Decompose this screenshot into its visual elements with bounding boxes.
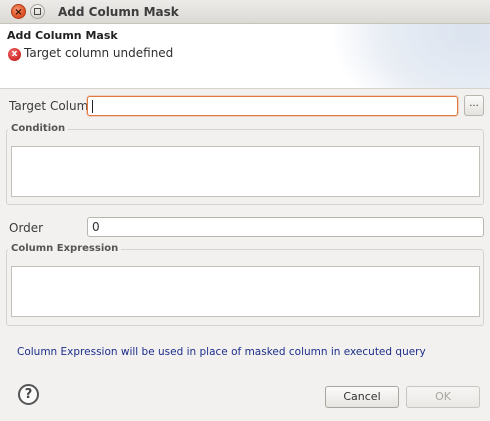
info-message: Column Expression will be used in place … — [17, 346, 426, 358]
maximize-window-icon[interactable] — [30, 4, 45, 19]
target-column-label: Target Column — [9, 99, 96, 113]
text-caret — [92, 100, 93, 113]
error-message: Target column undefined — [24, 46, 174, 60]
help-icon[interactable]: ? — [18, 384, 39, 405]
title-bar: × Add Column Mask — [0, 0, 490, 24]
column-expression-textarea[interactable] — [11, 266, 480, 317]
window-title: Add Column Mask — [58, 5, 179, 19]
ok-button[interactable]: OK — [406, 386, 480, 408]
column-expression-label: Column Expression — [8, 243, 122, 254]
condition-label: Condition — [8, 123, 69, 134]
condition-textarea[interactable] — [11, 146, 480, 197]
close-window-icon[interactable]: × — [11, 4, 26, 19]
dialog-header: Add Column Mask x Target column undefine… — [0, 24, 490, 89]
browse-button[interactable]: ... — [464, 95, 484, 116]
order-label: Order — [9, 221, 44, 235]
dialog-title: Add Column Mask — [7, 29, 118, 42]
header-decoration — [330, 24, 490, 88]
order-input[interactable]: 0 — [87, 217, 484, 237]
error-icon: x — [8, 48, 21, 61]
cancel-button[interactable]: Cancel — [325, 386, 399, 408]
target-column-input[interactable] — [87, 96, 458, 116]
